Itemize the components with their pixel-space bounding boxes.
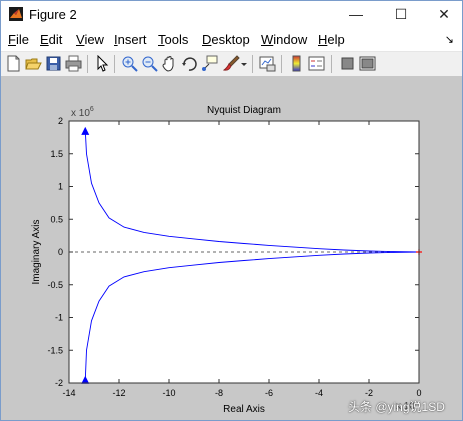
nyquist-plot[interactable]: -14 -12 -10 -8 -6 -4 -2 021.510.50-0.5-1-1.5-2 …	[1, 76, 462, 421]
x-tick-label: -12	[112, 388, 125, 398]
menu-window[interactable]: Window	[261, 32, 307, 47]
y-tick-label: -1	[55, 313, 63, 323]
x-tick-label: -10	[162, 388, 175, 398]
toolbar-separator	[87, 55, 88, 73]
hide-plot-tools-icon[interactable]	[339, 55, 356, 72]
toolbar-separator	[252, 55, 253, 73]
menu-insert[interactable]: Insert	[114, 32, 147, 47]
colorbar-icon[interactable]	[288, 55, 305, 72]
new-figure-icon[interactable]	[5, 55, 22, 72]
legend-icon[interactable]	[308, 55, 325, 72]
x-tick-label: -14	[62, 388, 75, 398]
y-tick-label: 2	[58, 116, 63, 126]
x-tick-label: -6	[265, 388, 273, 398]
menu-bar: File Edit View Insert Tools Desktop Wind…	[1, 29, 462, 51]
maximize-icon: ☐	[394, 5, 408, 22]
figure-window: Figure 2 — ☐ ✕ File Edit View Insert Too…	[0, 0, 463, 421]
close-button[interactable]: ✕	[429, 3, 459, 25]
toolbar-separator	[281, 55, 282, 73]
figure-canvas: -14 -12 -10 -8 -6 -4 -2 0 2 1.5 1 0.5 0 -0.5 -1 -1.5 -2 …	[1, 76, 462, 421]
zoom-out-icon[interactable]	[141, 55, 158, 72]
x-tick-label: -4	[315, 388, 323, 398]
figure-toolbar	[1, 51, 462, 77]
x-tick-label: -8	[215, 388, 223, 398]
minimize-button[interactable]: —	[341, 3, 371, 25]
menu-view[interactable]: View	[76, 32, 104, 47]
window-title: Figure 2	[29, 7, 77, 22]
y-tick-label: -0.5	[47, 280, 63, 290]
x-tick-label: 0	[416, 388, 421, 398]
matlab-logo-icon	[9, 7, 23, 21]
open-file-icon[interactable]	[25, 55, 42, 72]
menu-desktop[interactable]: Desktop	[202, 32, 250, 47]
save-icon[interactable]	[45, 55, 62, 72]
x-tick-label: -2	[365, 388, 373, 398]
y-tick-label: 0	[58, 247, 63, 257]
menu-edit[interactable]: Edit	[40, 32, 62, 47]
link-plot-icon[interactable]	[259, 55, 276, 72]
print-icon[interactable]	[65, 55, 82, 72]
edit-plot-arrow-icon[interactable]	[93, 55, 110, 72]
toolbar-separator	[114, 55, 115, 73]
y-axis-label: Imaginary Axis	[31, 219, 42, 284]
dock-figure-icon[interactable]: ↘	[445, 33, 454, 46]
zoom-in-icon[interactable]	[121, 55, 138, 72]
menu-file[interactable]: File	[8, 32, 29, 47]
y-tick-label: 1	[58, 182, 63, 192]
watermark-text: 头条 @ying说1SD	[348, 400, 445, 414]
toolbar-separator	[331, 55, 332, 73]
y-tick-label: -2	[55, 378, 63, 388]
minimize-icon: —	[349, 6, 363, 22]
maximize-button[interactable]: ☐	[386, 3, 416, 25]
y-tick-label: 0.5	[50, 214, 63, 224]
y-tick-label: 1.5	[50, 149, 63, 159]
menu-tools[interactable]: Tools	[158, 32, 188, 47]
y-axis-exponent: x 106	[71, 106, 94, 119]
pan-hand-icon[interactable]	[161, 55, 178, 72]
close-icon: ✕	[438, 5, 450, 22]
data-cursor-icon[interactable]	[201, 55, 218, 72]
brush-dropdown-icon[interactable]	[240, 55, 248, 72]
brush-icon[interactable]	[223, 55, 240, 72]
show-plot-tools-icon[interactable]	[359, 55, 376, 72]
y-tick-label: -1.5	[47, 345, 63, 355]
plot-title: Nyquist Diagram	[207, 105, 281, 116]
x-axis-label: Real Axis	[223, 404, 265, 415]
rotate-3d-icon[interactable]	[181, 55, 198, 72]
menu-help[interactable]: Help	[318, 32, 345, 47]
title-bar[interactable]: Figure 2 — ☐ ✕	[1, 1, 462, 29]
